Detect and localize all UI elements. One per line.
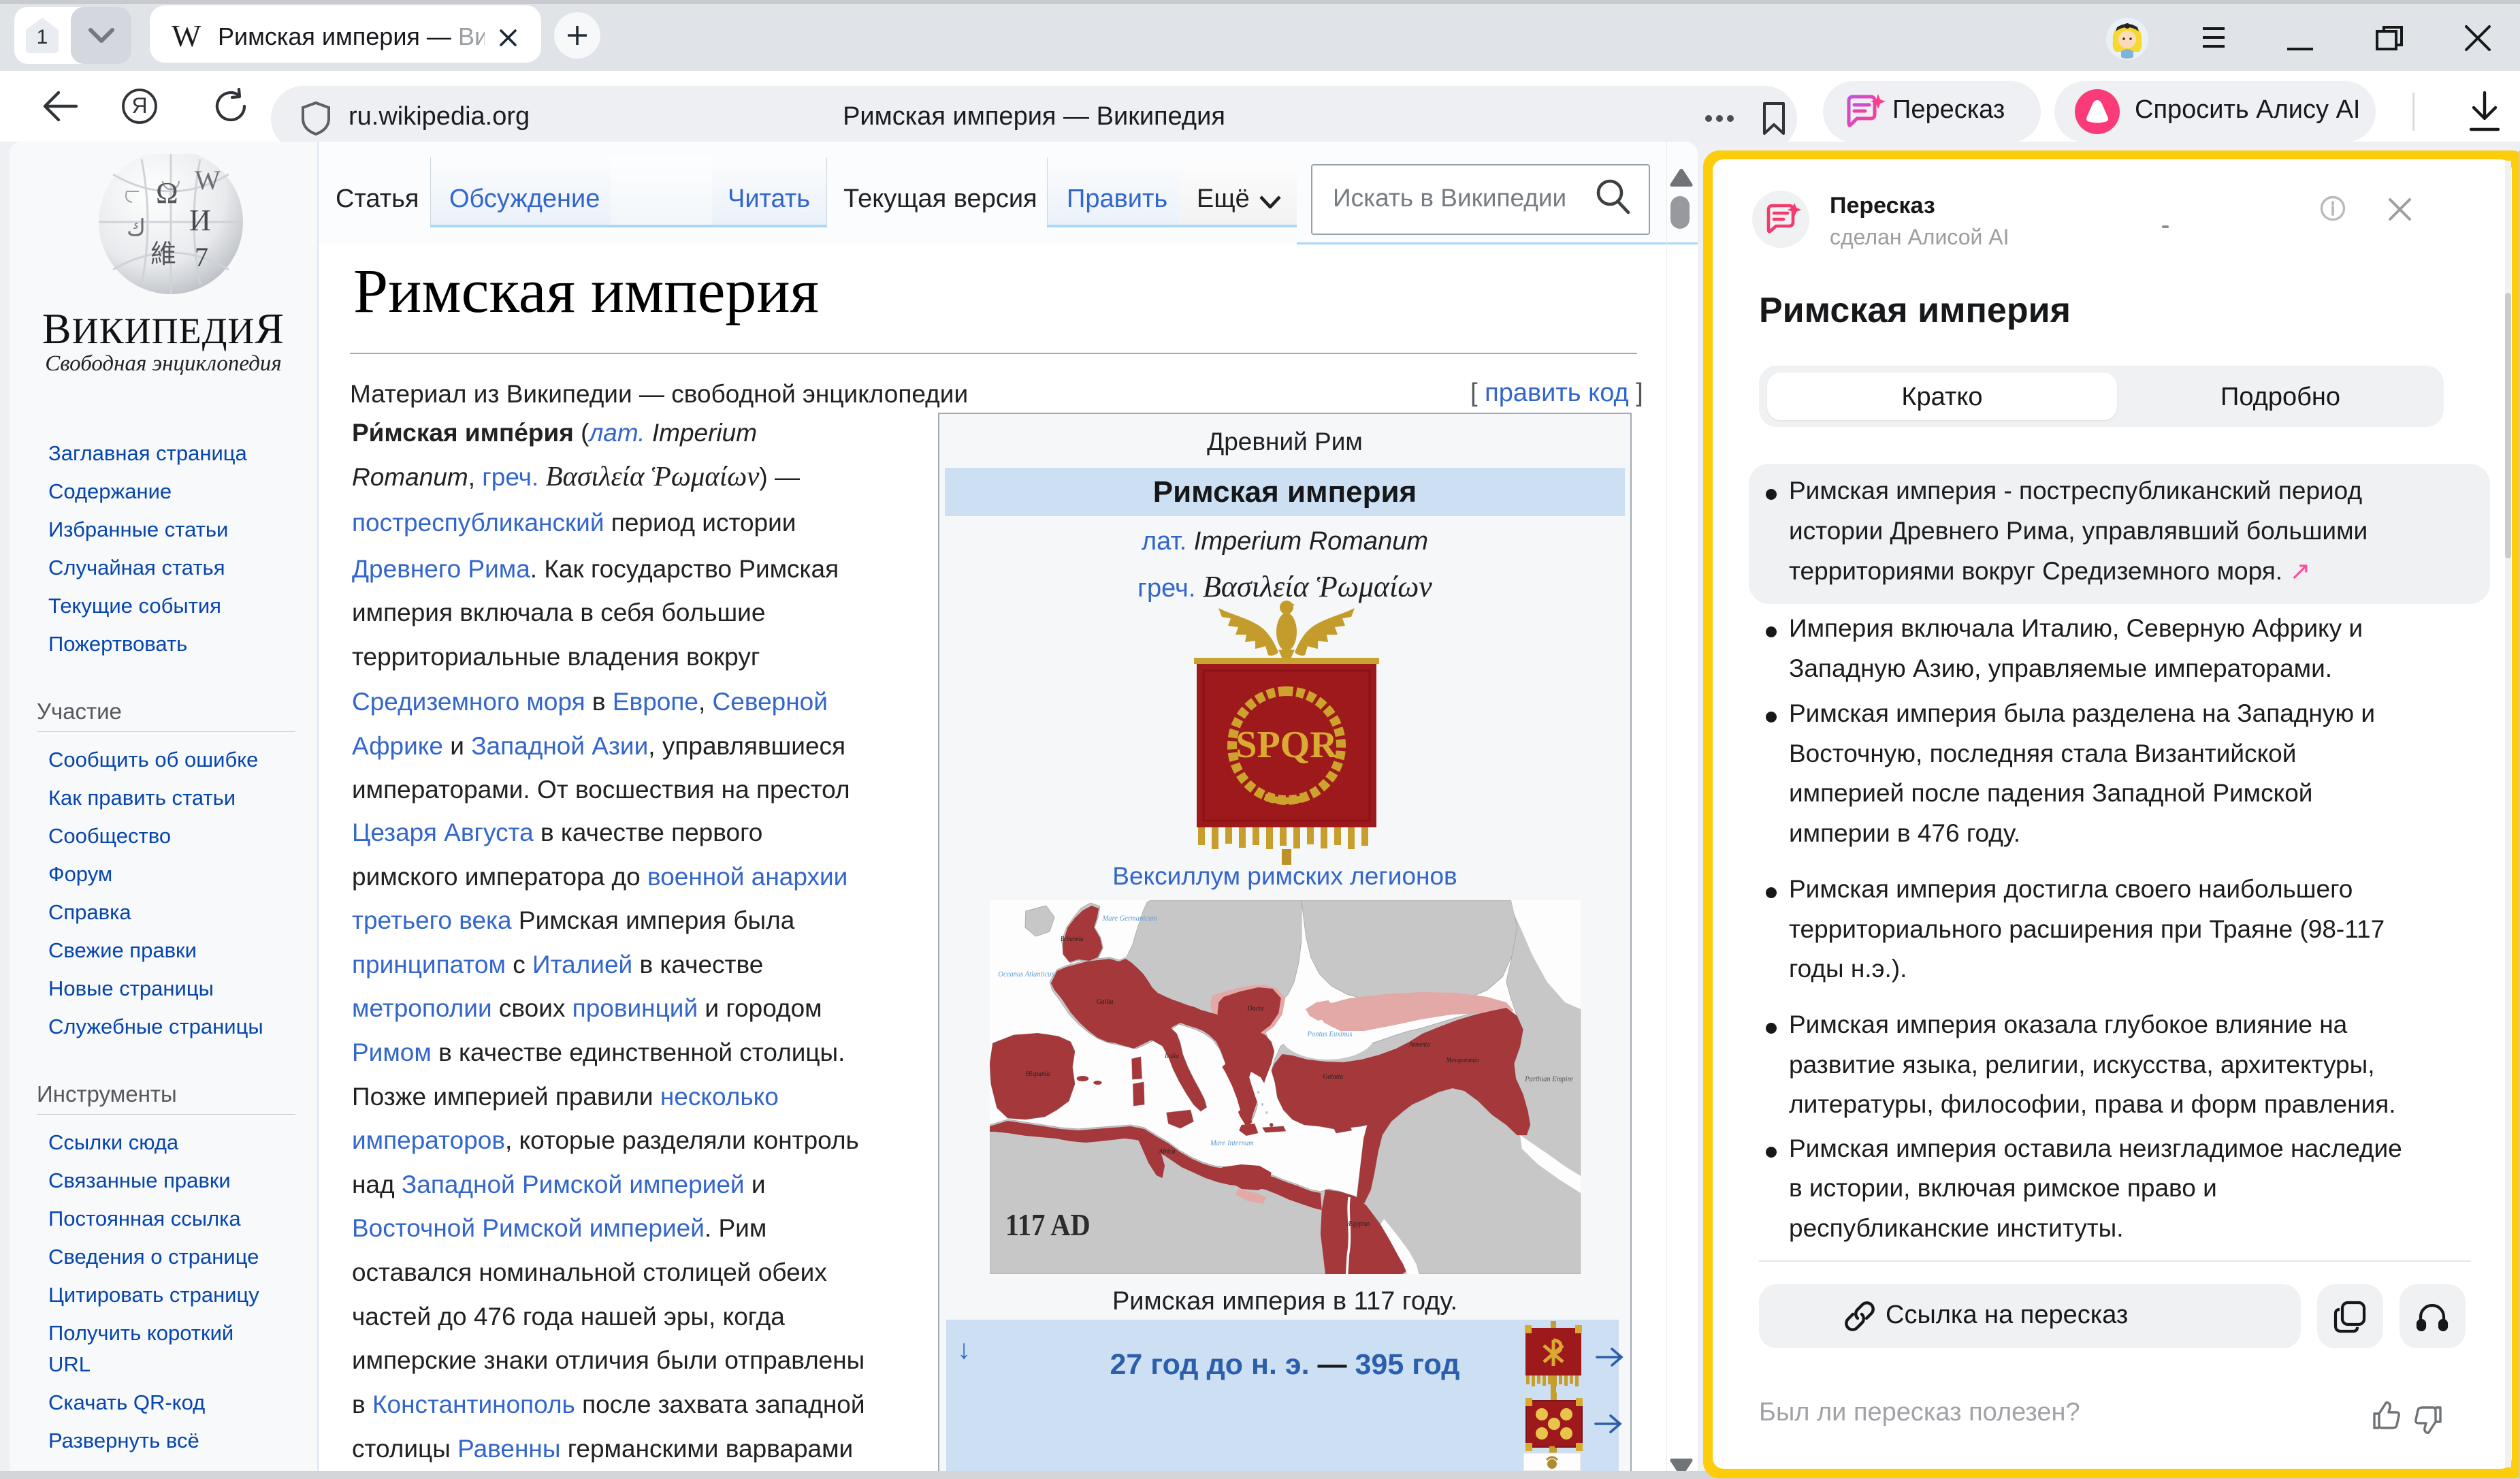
svg-text:Gallia: Gallia — [1097, 998, 1114, 1006]
svg-text:SPQR: SPQR — [1235, 724, 1338, 766]
svg-text:W: W — [195, 165, 221, 195]
svg-text:Africa: Africa — [1158, 1148, 1175, 1156]
svg-text:Britannia: Britannia — [1061, 936, 1084, 944]
svg-text:Mare Internum: Mare Internum — [1210, 1139, 1254, 1147]
svg-text:Pontus Euxinus: Pontus Euxinus — [1307, 1030, 1353, 1038]
svg-text:117 AD: 117 AD — [1005, 1208, 1091, 1243]
svg-text:7: 7 — [195, 242, 208, 272]
svg-text:Ægyptus: Ægyptus — [1346, 1220, 1370, 1228]
svg-text:Italia: Italia — [1164, 1053, 1179, 1061]
svg-text:Parthian Empire: Parthian Empire — [1524, 1075, 1573, 1083]
svg-text:維: 維 — [150, 240, 176, 269]
svg-text:И: И — [189, 204, 211, 237]
svg-text:Hispania: Hispania — [1025, 1070, 1050, 1079]
svg-text:Mesopotamia: Mesopotamia — [1446, 1057, 1479, 1065]
svg-text:Armenia: Armenia — [1408, 1042, 1429, 1049]
svg-text:Mare Germanicum: Mare Germanicum — [1102, 914, 1157, 923]
svg-text:ك: ك — [127, 216, 146, 241]
svg-text:Oceanus Atlanticus: Oceanus Atlanticus — [998, 970, 1054, 979]
svg-text:Ω: Ω — [156, 176, 178, 210]
svg-text:1: 1 — [37, 26, 48, 48]
svg-text:Я: Я — [131, 93, 147, 118]
svg-text:Galatia: Galatia — [1323, 1073, 1343, 1081]
svg-text:Dacia: Dacia — [1247, 1005, 1264, 1013]
